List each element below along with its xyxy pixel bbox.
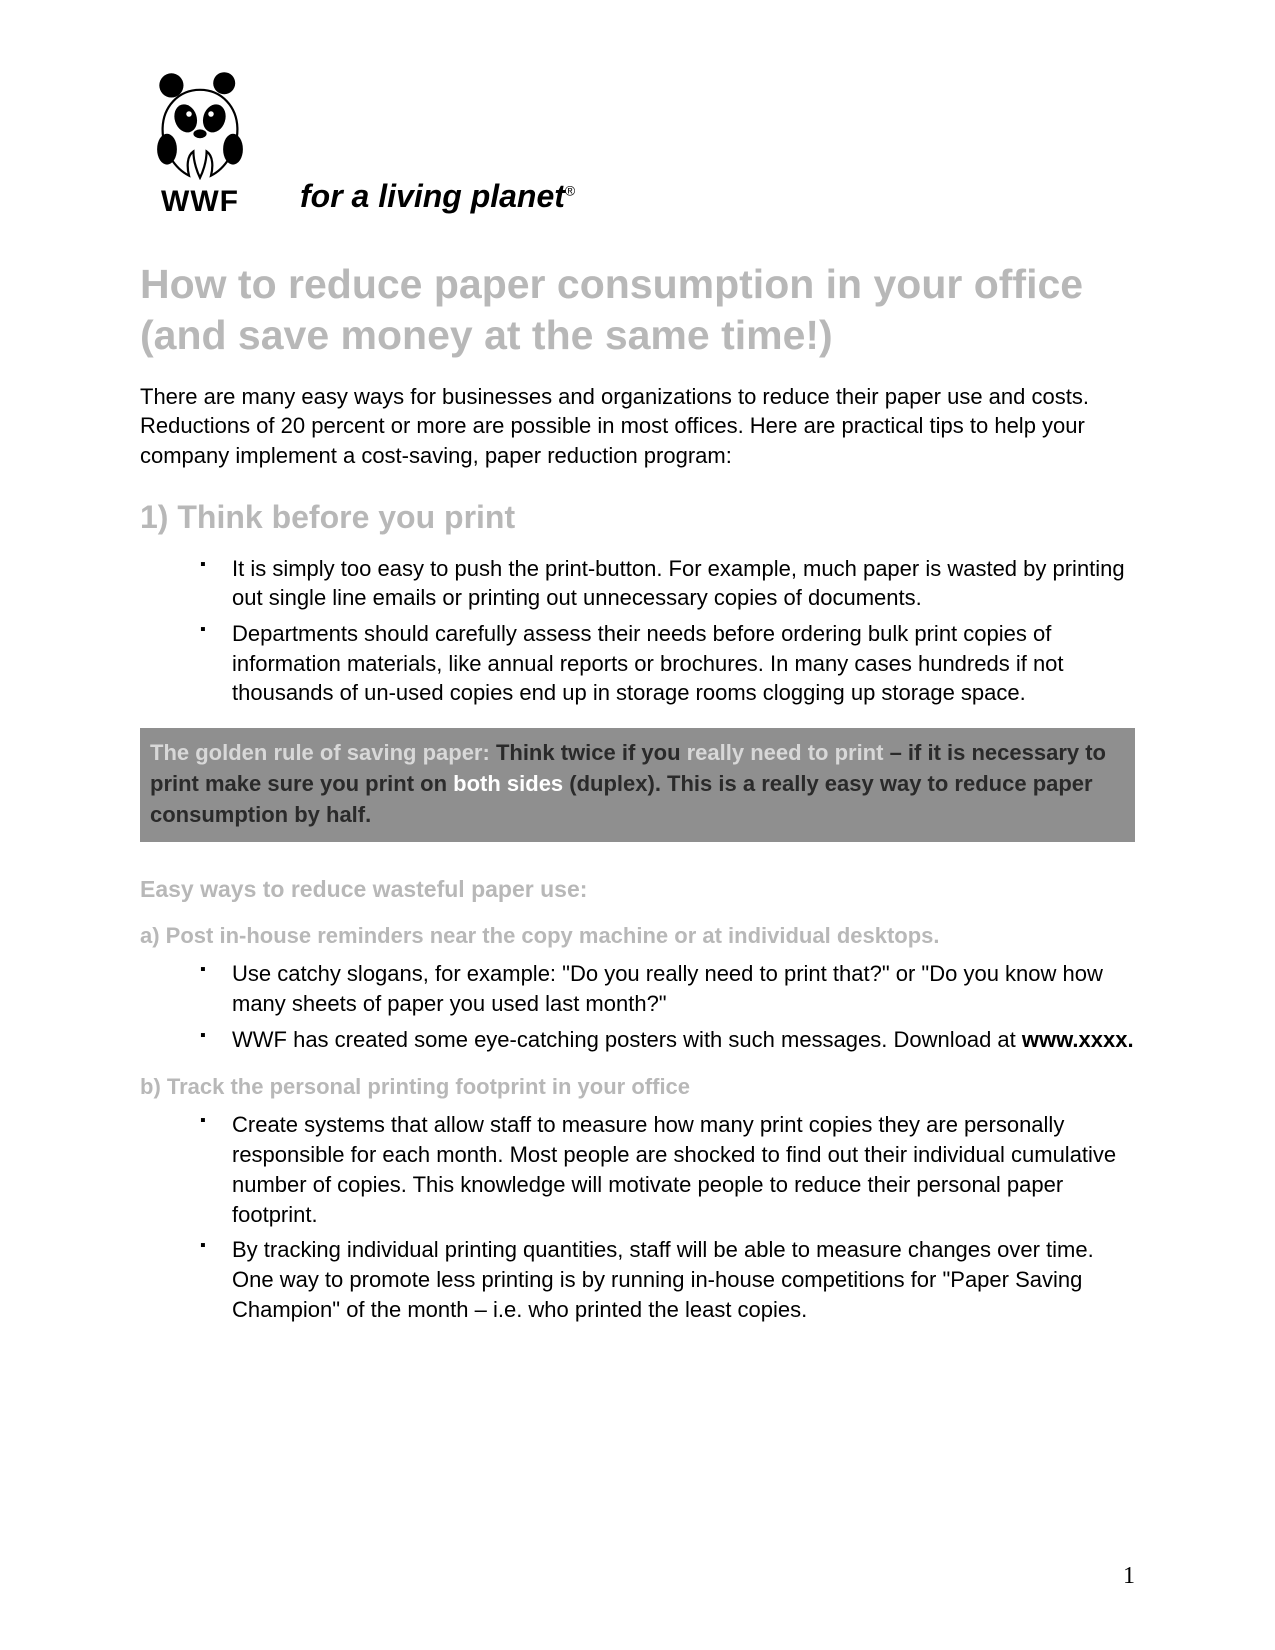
callout-text: both sides — [453, 771, 563, 796]
golden-rule-callout: The golden rule of saving paper: Think t… — [140, 728, 1135, 842]
callout-text: really need to print — [687, 740, 884, 765]
list-item-text: WWF has created some eye-catching poster… — [232, 1027, 1022, 1052]
sub-b-bullets: Create systems that allow staff to measu… — [140, 1110, 1135, 1324]
document-page: WWF for a living planet® How to reduce p… — [0, 0, 1275, 1650]
intro-paragraph: There are many easy ways for businesses … — [140, 382, 1135, 471]
list-item: Use catchy slogans, for example: "Do you… — [200, 959, 1135, 1018]
callout-text: Think twice if you — [496, 740, 687, 765]
page-number: 1 — [1123, 1563, 1135, 1590]
list-item: Create systems that allow staff to measu… — [200, 1110, 1135, 1229]
list-item: By tracking individual printing quantiti… — [200, 1235, 1135, 1324]
section-1-heading: 1) Think before you print — [140, 499, 1135, 536]
section-1-bullets: It is simply too easy to push the print-… — [140, 554, 1135, 708]
logo-text: WWF — [161, 185, 239, 219]
callout-text: The golden rule of saving paper: — [150, 740, 496, 765]
panda-icon — [145, 70, 255, 185]
tagline-text: for a living planet — [300, 178, 565, 214]
list-item: It is simply too easy to push the print-… — [200, 554, 1135, 613]
wwf-logo: WWF — [140, 70, 260, 219]
list-item: Departments should carefully assess thei… — [200, 619, 1135, 708]
page-title: How to reduce paper consumption in your … — [140, 259, 1135, 362]
header: WWF for a living planet® — [140, 70, 1135, 219]
tagline: for a living planet® — [300, 178, 575, 219]
easy-ways-subhead: Easy ways to reduce wasteful paper use: — [140, 876, 1135, 903]
sub-a-heading: a) Post in-house reminders near the copy… — [140, 923, 1135, 949]
sub-b-heading: b) Track the personal printing footprint… — [140, 1074, 1135, 1100]
list-item: WWF has created some eye-catching poster… — [200, 1025, 1135, 1055]
sub-a-bullets: Use catchy slogans, for example: "Do you… — [140, 959, 1135, 1054]
registered-mark: ® — [565, 182, 575, 198]
download-link-text: www.xxxx. — [1022, 1027, 1134, 1052]
